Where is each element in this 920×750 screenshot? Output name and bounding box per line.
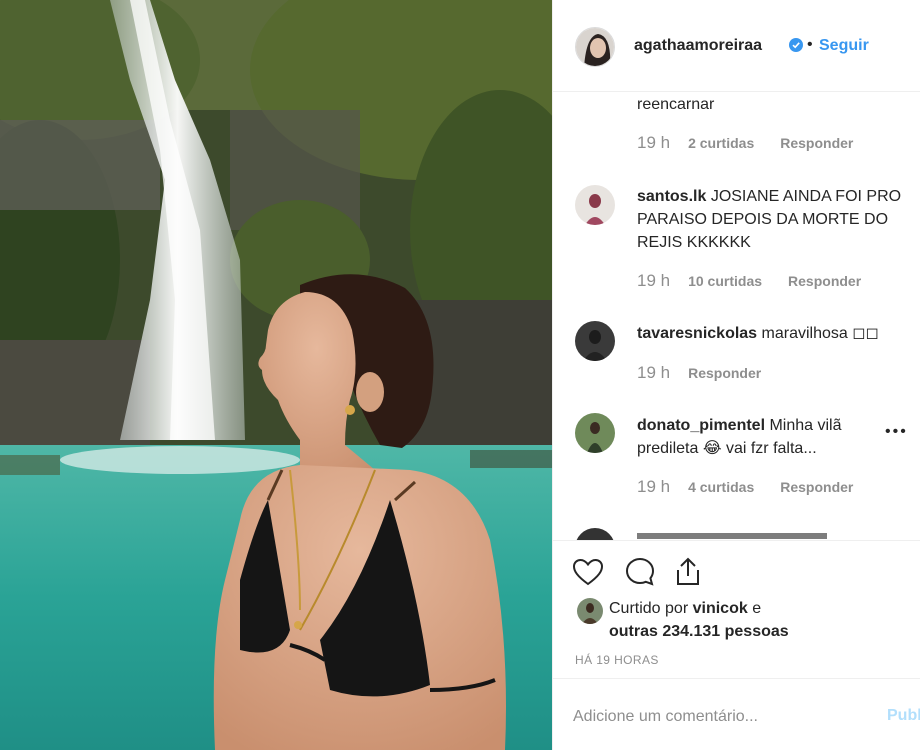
commenter-avatar[interactable] <box>575 321 615 361</box>
comment-text: donato_pimentel Minha vilã predileta 😂 v… <box>637 414 907 460</box>
commenter-avatar[interactable] <box>575 185 615 225</box>
heart-icon[interactable] <box>571 555 605 589</box>
comment-text: santos.lk JOSIANE AINDA FOI PRO PARAISO … <box>637 185 907 254</box>
comment-meta: 19 h 4 curtidas Responder <box>637 477 853 497</box>
comment-username[interactable]: donato_pimentel <box>637 417 765 434</box>
comment-likes[interactable]: 2 curtidas <box>688 135 754 151</box>
comment-time[interactable]: 19 h <box>637 477 670 497</box>
comment-time[interactable]: 19 h <box>637 271 670 291</box>
waterfall-photo-image <box>0 0 552 750</box>
author-username[interactable]: agathaamoreiraa <box>634 37 762 55</box>
commenter-avatar[interactable] <box>575 528 615 540</box>
comments-list[interactable]: reencarnar 19 h 2 curtidas Responder san… <box>553 93 920 540</box>
author-avatar[interactable] <box>575 27 615 67</box>
post-header: agathaamoreiraa • Seguir <box>553 0 920 92</box>
more-options-icon[interactable]: ••• <box>885 423 908 441</box>
comment-text: tavaresnickolas maravilhosa ◻◻ <box>637 322 907 345</box>
share-icon[interactable] <box>671 555 705 589</box>
comment-username[interactable]: tavaresnickolas <box>637 325 757 342</box>
comment-input[interactable] <box>573 703 863 731</box>
liked-by-prefix: Curtido por <box>609 600 689 617</box>
comment-likes[interactable]: 10 curtidas <box>688 273 762 289</box>
comment-icon[interactable] <box>623 555 657 589</box>
add-comment-section: Publicar <box>553 678 920 750</box>
likes-others[interactable]: outras 234.131 pessoas <box>609 623 789 640</box>
post-actions: Curtido por vinicok e outras 234.131 pes… <box>553 540 920 678</box>
comment-time[interactable]: 19 h <box>637 363 670 383</box>
reply-button[interactable]: Responder <box>780 135 853 151</box>
post-comment-button[interactable]: Publicar <box>887 707 920 725</box>
comment-username[interactable]: santos.lk <box>637 188 706 205</box>
post-photo[interactable] <box>0 0 552 750</box>
comment-likes[interactable]: 4 curtidas <box>688 479 754 495</box>
comment-body: maravilhosa ◻◻ <box>761 325 879 342</box>
follow-button[interactable]: Seguir <box>819 37 869 55</box>
liked-by-avatar[interactable] <box>577 598 603 624</box>
post-timestamp[interactable]: HÁ 19 HORAS <box>575 653 659 667</box>
comment-meta: 19 h 10 curtidas Responder <box>637 271 861 291</box>
liked-by-connector: e <box>752 600 762 617</box>
liked-by-line: Curtido por vinicok e <box>609 600 761 618</box>
comment-time[interactable]: 19 h <box>637 133 670 153</box>
commenter-avatar[interactable] <box>575 413 615 453</box>
post-sidebar: agathaamoreiraa • Seguir reencarnar 19 h… <box>552 0 920 750</box>
reply-button[interactable]: Responder <box>780 479 853 495</box>
reply-button[interactable]: Responder <box>788 273 861 289</box>
comment-meta: 19 h 2 curtidas Responder <box>637 133 853 153</box>
header-separator: • <box>807 36 813 53</box>
comment-text <box>637 533 827 539</box>
comment-text: reencarnar <box>637 96 715 113</box>
liked-by-user[interactable]: vinicok <box>693 600 748 617</box>
reply-button[interactable]: Responder <box>688 365 761 381</box>
likes-count[interactable]: outras 234.131 pessoas <box>609 623 789 641</box>
verified-badge-icon <box>789 38 803 52</box>
comment-meta: 19 h Responder <box>637 363 761 383</box>
